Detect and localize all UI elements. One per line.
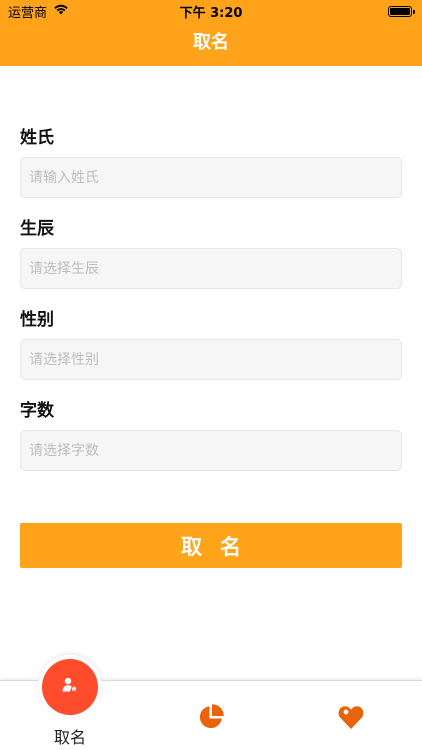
tab-favorites[interactable] — [281, 681, 421, 750]
tab-naming-circle — [42, 659, 98, 715]
gender-label: 性别 — [20, 310, 54, 330]
naming-form: 姓氏 生辰 性别 字数 — [20, 126, 402, 490]
tab-naming-label: 取名 — [53, 728, 86, 747]
birth-input[interactable] — [20, 248, 402, 289]
app-screen: 运营商 下午 3:20 取名 姓氏 生辰 — [0, 0, 422, 750]
tab-naming-bubble[interactable] — [38, 655, 102, 719]
char-count-input[interactable] — [20, 430, 402, 471]
gender-input[interactable] — [20, 339, 402, 380]
birth-label: 生辰 — [20, 219, 54, 239]
wifi-icon — [53, 3, 69, 19]
tab-naming[interactable]: 取名 — [0, 655, 140, 750]
status-bar: 运营商 下午 3:20 — [0, 0, 422, 22]
page-title: 取名 — [193, 32, 229, 53]
char-count-label: 字数 — [20, 401, 54, 421]
carrier-label: 运营商 — [8, 5, 48, 21]
surname-label: 姓氏 — [20, 128, 54, 148]
status-time: 下午 3:20 — [179, 5, 243, 21]
battery-icon — [388, 5, 415, 17]
header: 运营商 下午 3:20 取名 — [0, 0, 422, 66]
generate-name-button[interactable]: 取名 — [20, 523, 402, 568]
tab-statistics[interactable] — [141, 681, 281, 750]
field-char-count: 字数 — [20, 399, 402, 471]
status-left: 运营商 — [8, 2, 69, 21]
pie-chart-icon — [197, 703, 225, 735]
field-birth: 生辰 — [20, 217, 402, 289]
battery-level — [390, 7, 410, 15]
heart-tag-icon — [337, 703, 365, 735]
field-gender: 性别 — [20, 308, 402, 380]
surname-input[interactable] — [20, 157, 402, 198]
person-star-icon — [61, 676, 79, 698]
field-surname: 姓氏 — [20, 126, 402, 198]
tab-bar: 取名 — [0, 655, 422, 750]
